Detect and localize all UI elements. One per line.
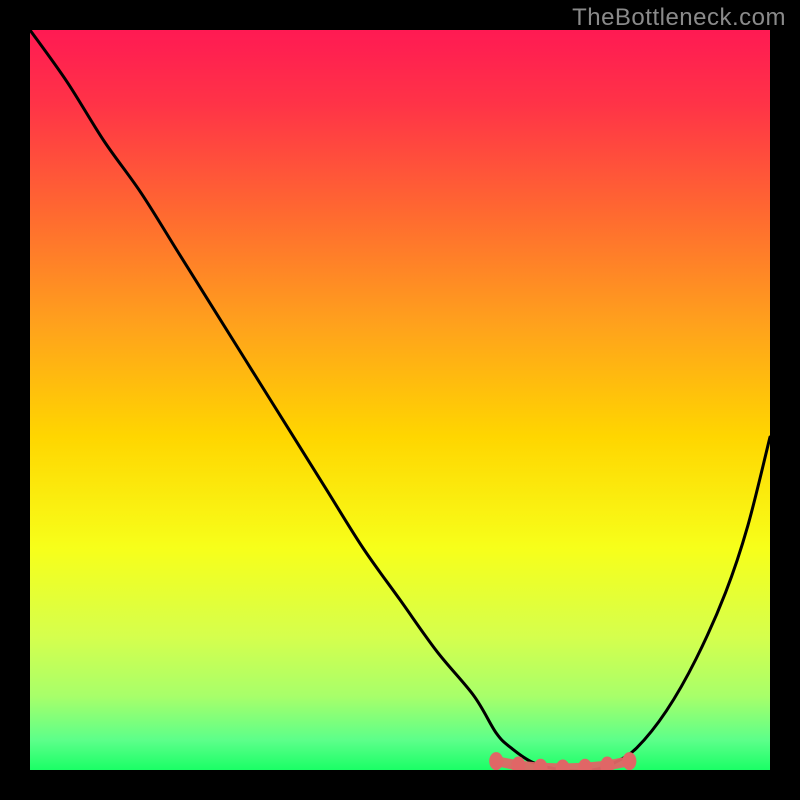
marker-dot	[489, 752, 503, 770]
marker-dot	[622, 752, 636, 770]
chart-svg	[30, 30, 770, 770]
plot-area	[30, 30, 770, 770]
gradient-background	[30, 30, 770, 770]
watermark-text: TheBottleneck.com	[572, 4, 786, 32]
chart-frame: TheBottleneck.com	[0, 0, 800, 800]
